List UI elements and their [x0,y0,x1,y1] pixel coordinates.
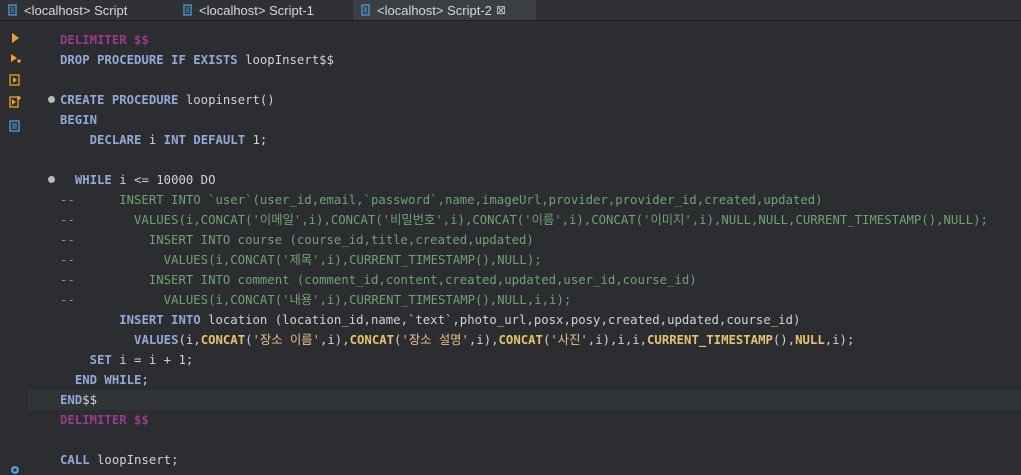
editor-toolbar-gutter [0,21,28,475]
code-line: CREATE PROCEDURE loopinsert() [28,90,1021,110]
run-statement-icon[interactable] [9,32,21,44]
code-line: BEGIN [28,110,1021,130]
code-text: -- VALUES(i,CONCAT('제목',i),CURRENT_TIMES… [60,253,542,267]
code-line: -- VALUES(i,CONCAT('내용',i),CURRENT_TIMES… [28,290,1021,310]
close-tab-icon[interactable]: ⊠ [496,3,506,17]
settings-icon[interactable] [9,463,21,475]
tab-script-2[interactable]: <localhost> Script-2 ⊠ [353,0,536,20]
code-text: -- VALUES(i,CONCAT('이메일',i),CONCAT('비밀번호… [60,213,988,227]
fold-toggle-icon[interactable] [48,176,55,183]
sql-editor[interactable]: DELIMITER $$ DROP PROCEDURE IF EXISTS loo… [28,21,1021,473]
code-line: -- VALUES(i,CONCAT('제목',i),CURRENT_TIMES… [28,250,1021,270]
run-statement-new-tab-icon[interactable] [9,53,21,65]
sql-script-icon [183,4,192,16]
code-text: CALL loopInsert; [60,453,179,467]
code-line: -- INSERT INTO comment (comment_id,conte… [28,270,1021,290]
code-text: -- INSERT INTO course (course_id,title,c… [60,233,534,247]
code-text: END$$ [60,393,98,407]
code-text: DECLARE i INT DEFAULT 1; [89,133,268,147]
editor-tab-bar: <localhost> Script <localhost> Script-1 <l… [0,0,1021,21]
code-line: -- VALUES(i,CONCAT('이메일',i),CONCAT('비밀번호… [28,210,1021,230]
code-line: DELIMITER $$ [28,30,1021,50]
code-text: CREATE PROCEDURE loopinsert() [60,93,275,107]
code-line: DROP PROCEDURE IF EXISTS loopInsert$$ [28,50,1021,70]
code-line: WHILE i <= 10000 DO [28,170,1021,190]
sql-script-icon [8,4,17,16]
fold-toggle-icon[interactable] [48,96,55,103]
code-line: SET i = i + 1; [28,350,1021,370]
code-line: VALUES(i,CONCAT('장소 이름',i),CONCAT('장소 설명… [28,330,1021,350]
code-line: DELIMITER $$ [28,410,1021,430]
code-text: VALUES(i,CONCAT('장소 이름',i),CONCAT('장소 설명… [134,333,855,347]
code-text: -- VALUES(i,CONCAT('내용',i),CURRENT_TIMES… [60,293,572,307]
code-text: DELIMITER $$ [60,33,149,47]
code-text: END WHILE; [74,373,149,387]
code-text: WHILE i <= 10000 DO [74,173,216,187]
tab-script-1[interactable]: <localhost> Script-1 [175,0,353,20]
code-text: -- INSERT INTO `user`(user_id,email,`pas… [60,193,823,207]
code-text: INSERT INTO location (location_id,name,`… [119,313,801,327]
code-text: SET i = i + 1; [89,353,194,367]
explain-plan-icon[interactable] [9,120,21,132]
code-text: DROP PROCEDURE IF EXISTS loopInsert$$ [60,53,334,67]
code-line: END$$ [28,390,1021,410]
execute-script-icon[interactable] [9,74,21,86]
sql-script-icon [361,4,370,16]
code-line: INSERT INTO location (location_id,name,`… [28,310,1021,330]
code-text: -- INSERT INTO comment (comment_id,conte… [60,273,697,287]
tab-label: <localhost> Script-2 [377,2,492,18]
tab-script-0[interactable]: <localhost> Script [0,0,175,20]
code-text: DELIMITER $$ [60,413,149,427]
tab-label: <localhost> Script-1 [199,2,314,18]
code-text: BEGIN [60,113,98,127]
execute-script-new-tab-icon[interactable] [9,96,21,108]
code-line: DECLARE i INT DEFAULT 1; [28,130,1021,150]
code-line: CALL loopInsert; [28,450,1021,470]
tab-label: <localhost> Script [24,2,128,18]
code-line: END WHILE; [28,370,1021,390]
code-line: -- INSERT INTO course (course_id,title,c… [28,230,1021,250]
code-line: -- INSERT INTO `user`(user_id,email,`pas… [28,190,1021,210]
